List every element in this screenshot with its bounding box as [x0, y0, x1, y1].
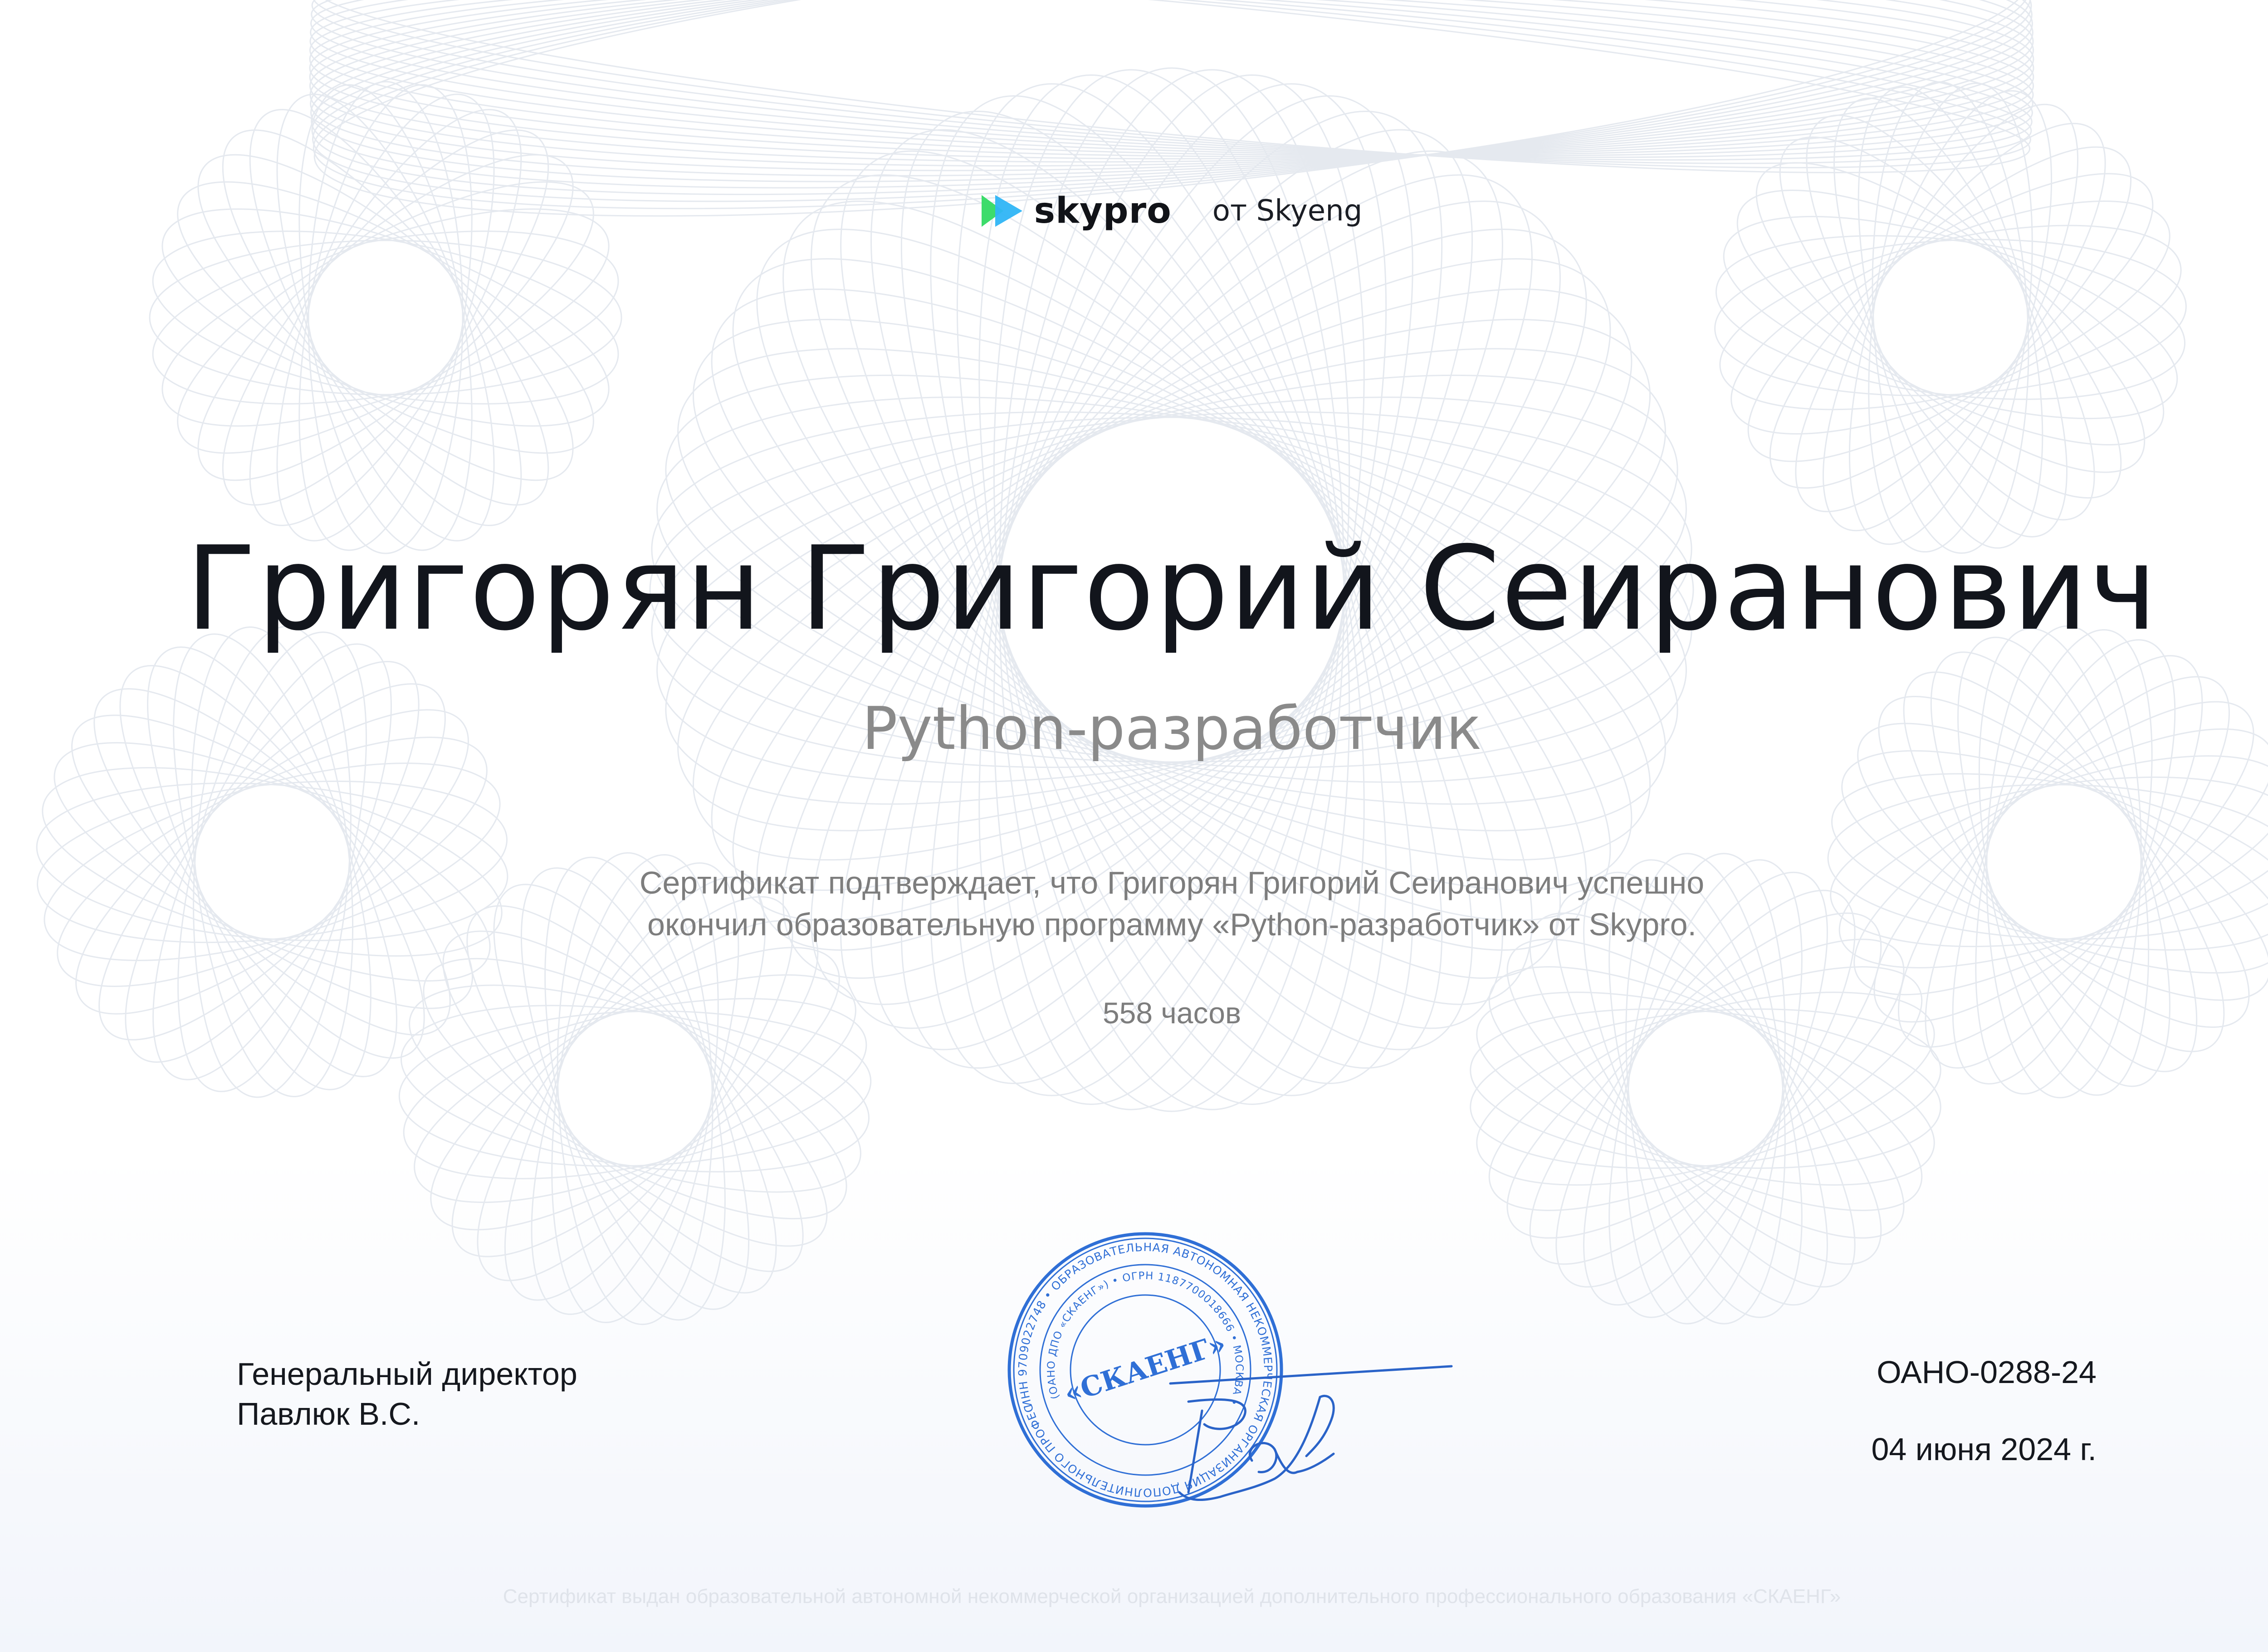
certificate-statement: Сертификат подтверждает, что Григорян Гр… — [0, 862, 2268, 945]
brand-header: skypro от Skyeng — [0, 191, 2268, 231]
statement-line: окончил образовательную программу «Pytho… — [647, 907, 1696, 942]
skypro-play-icon — [981, 195, 1022, 227]
issue-date: 04 июня 2024 г. — [1871, 1432, 2097, 1467]
issuer-footer: Сертификат выдан образовательной автоном… — [503, 1585, 1841, 1608]
statement-line: Сертификат подтверждает, что Григорян Гр… — [639, 865, 1705, 900]
signatory-name: Павлюк В.С. — [237, 1396, 420, 1432]
signatory-block: Генеральный директор Павлюк В.С. — [237, 1354, 577, 1434]
certificate-page: skypro от Skyeng Григорян Григорий Сеира… — [0, 0, 2268, 1652]
certificate-meta: ОАНО-0288-24 04 июня 2024 г. — [1871, 1354, 2097, 1467]
brand-subtitle: от Skyeng — [1212, 194, 1363, 228]
handwritten-signature — [1169, 1365, 1453, 1501]
recipient-name: Григорян Григорий Сеиранович — [186, 522, 2158, 656]
brand-name: skypro — [1034, 191, 1172, 231]
certificate-number: ОАНО-0288-24 — [1877, 1354, 2097, 1390]
course-hours: 558 часов — [1102, 996, 1242, 1030]
signatory-title: Генеральный директор — [237, 1356, 577, 1392]
program-title: Python-разработчик — [862, 694, 1482, 763]
